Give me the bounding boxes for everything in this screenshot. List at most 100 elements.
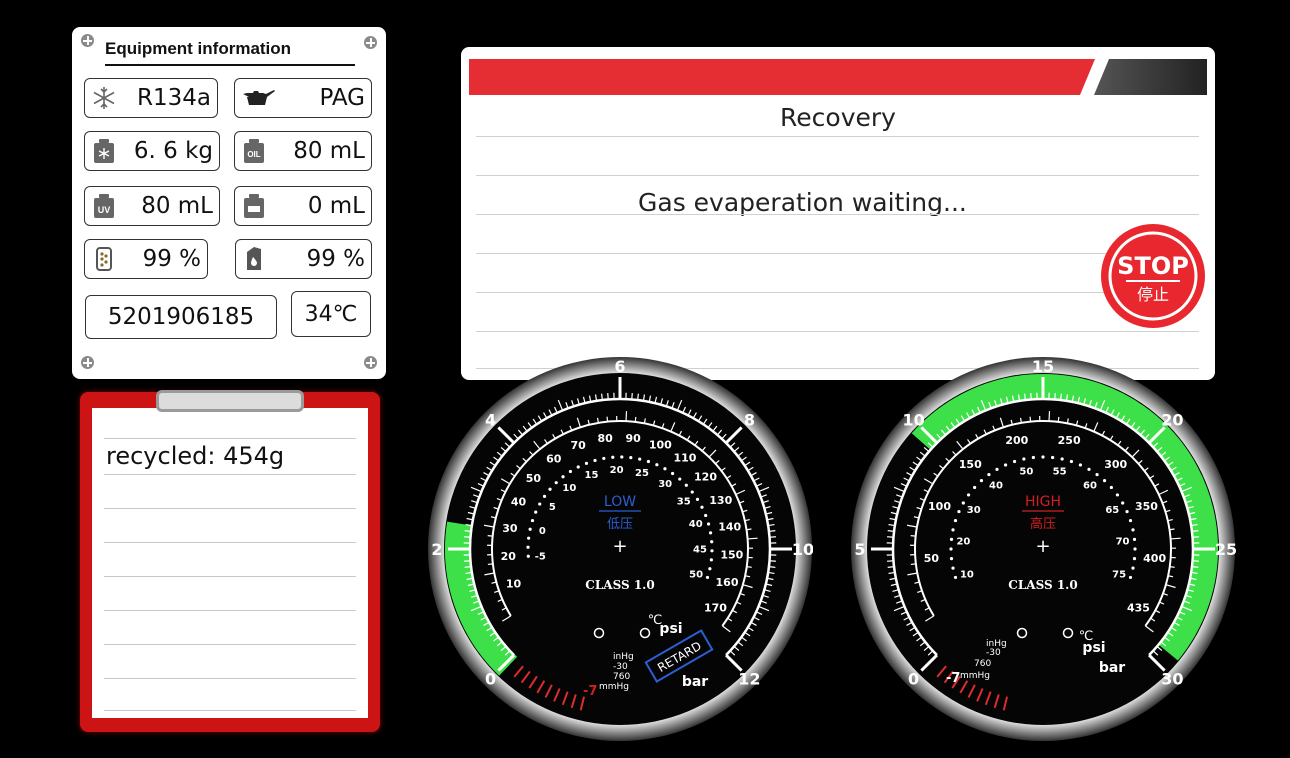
outer-tick	[464, 566, 472, 568]
bar-tick-label: 0	[485, 669, 496, 688]
screw-icon	[364, 356, 377, 369]
temp-dot	[979, 479, 984, 483]
temp-dot	[709, 558, 713, 562]
temp-dot	[1131, 566, 1135, 570]
psi-tick-label: 30	[502, 522, 518, 535]
bar-tick-label: 25	[1215, 540, 1236, 559]
temp-dot	[1095, 472, 1099, 477]
clipboard: recycled: 454g	[80, 390, 380, 732]
low-minus7-label: -7	[583, 684, 597, 699]
psi-tick-label: 150	[720, 548, 743, 561]
temp-dot	[973, 485, 977, 490]
outer-tick	[1192, 536, 1199, 538]
oil-type-box[interactable]: PAG	[234, 78, 372, 118]
psi-tick-label: 140	[718, 521, 741, 534]
psi-tick-label: 170	[704, 602, 727, 615]
psi-tick-label: 350	[1135, 500, 1158, 513]
temp-tick-label: 15	[585, 470, 599, 481]
paper-line	[104, 678, 356, 679]
psi-tick	[747, 537, 758, 540]
temp-dot	[1128, 575, 1133, 580]
temp-dot	[710, 549, 714, 553]
psi-tick-label: 160	[716, 576, 739, 589]
temp-dot	[1022, 457, 1026, 461]
waste-oil-box[interactable]: 0 mL	[234, 186, 372, 226]
temp-dot	[1031, 455, 1035, 460]
outer-tick	[464, 530, 472, 532]
temp-tick-label: 5	[549, 502, 556, 513]
psi-tick-label: 130	[709, 494, 732, 507]
serial-value: 5201906185	[107, 304, 255, 330]
refrigerant-box[interactable]: R134a	[84, 78, 218, 118]
tank-weight-box[interactable]: 6. 6 kg	[84, 131, 220, 171]
outer-tick	[1060, 393, 1062, 401]
temperature-box[interactable]: 34℃	[291, 291, 371, 337]
temp-dot	[561, 475, 565, 479]
temp-dot	[953, 518, 958, 523]
temp-dot	[995, 467, 999, 471]
fluid-container-icon	[247, 247, 261, 270]
temp-dot	[576, 465, 580, 469]
high-pressure-gauge: 0 5 10 15 20 25 30 50 100 150 200 250 300 350 400 435 10…	[851, 357, 1236, 741]
outer-tick	[769, 560, 776, 562]
temp-dot	[704, 513, 708, 518]
high-760-label: 760	[974, 659, 991, 669]
low-bar-unit: bar	[682, 674, 708, 690]
filter-box[interactable]: 99 %	[84, 239, 208, 279]
waste-oil-bottle-icon	[244, 194, 264, 218]
low-760-label: 760	[613, 672, 630, 682]
svg-text:UV: UV	[98, 205, 111, 215]
temp-dot	[1051, 455, 1055, 460]
psi-tick	[1169, 528, 1175, 531]
screw-icon	[81, 34, 94, 47]
psi-tick-label: 100	[649, 439, 672, 452]
tank-weight-value: 6. 6 kg	[133, 138, 213, 164]
outer-tick	[1191, 530, 1199, 532]
fluid-box[interactable]: 99 %	[235, 239, 372, 279]
dialog-line	[476, 253, 1199, 254]
temp-dot	[705, 575, 710, 580]
dialog-title: Recovery	[780, 103, 896, 132]
high-class-text: CLASS 1.0	[1008, 578, 1077, 592]
temp-dot	[1121, 501, 1125, 505]
temp-dot	[1012, 459, 1017, 464]
outer-tick	[464, 560, 471, 562]
tank-snow-icon	[94, 139, 114, 163]
snowflake-icon	[93, 87, 115, 109]
uv-volume-box[interactable]: UV 80 mL	[84, 186, 220, 226]
temp-dot	[584, 461, 589, 465]
serial-box[interactable]: 5201906185	[85, 295, 277, 339]
temp-dot	[671, 471, 675, 476]
bar-tick-label: 20	[1161, 411, 1183, 430]
temp-dot	[949, 537, 954, 541]
temp-dot	[953, 575, 958, 580]
temp-dot	[695, 497, 700, 501]
high-bar-unit: bar	[1099, 660, 1125, 676]
psi-tick-label: 60	[546, 453, 562, 466]
oil-volume-box[interactable]: OIL 80 mL	[234, 131, 372, 171]
bar-tick-label: 2	[431, 540, 442, 559]
outer-tick	[887, 566, 895, 568]
outer-tick	[887, 530, 895, 532]
outer-tick	[1191, 566, 1199, 568]
high-mmhg-label: mmHg	[960, 671, 990, 681]
temp-dot	[548, 487, 552, 491]
psi-tick-label: 110	[673, 452, 696, 465]
bar-tick-label: 8	[744, 411, 755, 430]
low-label: LOW	[604, 494, 636, 510]
low-psi-unit: psi	[659, 621, 682, 637]
temp-dot	[526, 554, 530, 558]
stop-label: STOP	[1117, 252, 1189, 280]
outer-tick	[631, 393, 633, 400]
temp-dot	[655, 463, 659, 467]
temp-dot	[646, 459, 651, 464]
filter-value: 99 %	[142, 246, 201, 272]
temp-dot	[949, 547, 953, 551]
temp-dot	[554, 481, 558, 485]
stop-button[interactable]: STOP 停止	[1098, 221, 1208, 331]
temp-dot	[1041, 455, 1045, 459]
temp-dot	[568, 469, 572, 474]
temp-tick-label: 10	[562, 483, 576, 494]
temp-dot	[1069, 459, 1074, 464]
svg-text:OIL: OIL	[247, 150, 260, 159]
